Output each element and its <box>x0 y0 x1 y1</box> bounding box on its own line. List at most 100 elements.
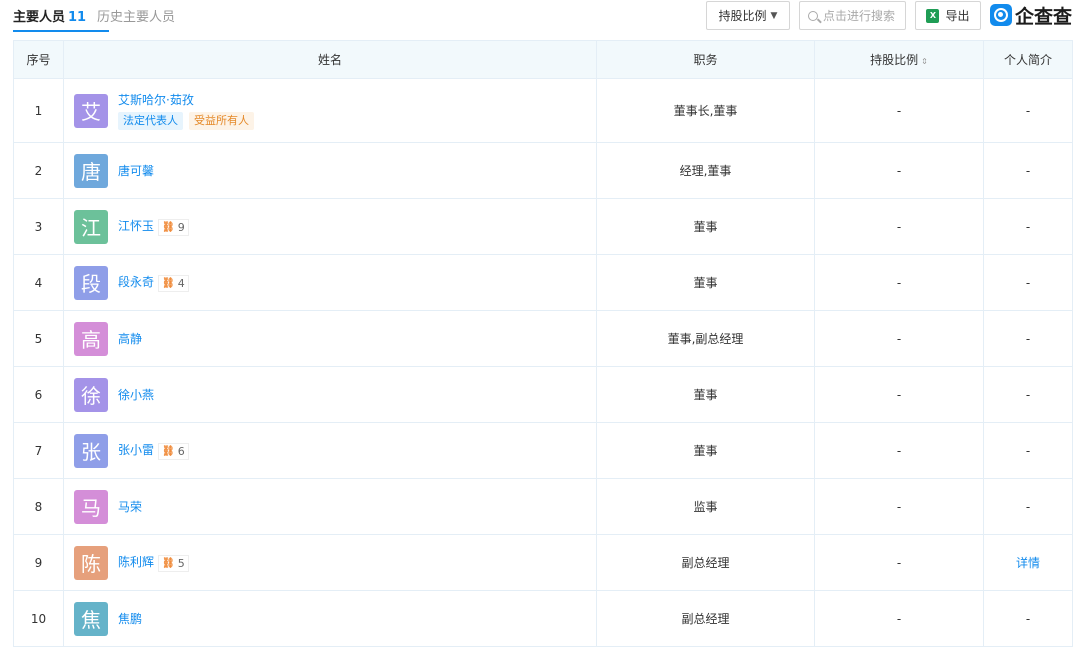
name-cell: 陈陈利辉 ⛓ 5 <box>63 534 597 591</box>
position-cell: 董事 <box>596 366 815 423</box>
person-name-link[interactable]: 陈利辉 <box>118 555 154 569</box>
holding-cell: - <box>814 78 984 143</box>
profile-cell: - <box>983 142 1073 199</box>
person-name-link[interactable]: 艾斯哈尔·茹孜 <box>118 93 194 107</box>
relation-count-badge[interactable]: ⛓ 6 <box>158 443 189 460</box>
active-tab-underline <box>13 30 109 32</box>
avatar: 高 <box>74 321 108 356</box>
profile-value: - <box>1025 219 1031 234</box>
profile-cell: 详情 <box>983 534 1073 591</box>
name-cell: 段段永奇 ⛓ 4 <box>63 254 597 311</box>
holding-cell: - <box>814 142 984 199</box>
row-index: 1 <box>13 78 64 143</box>
profile-value: - <box>1025 163 1031 178</box>
relation-count-badge[interactable]: ⛓ 9 <box>158 219 189 236</box>
relation-count: 6 <box>177 445 185 458</box>
table-body: 1 艾艾斯哈尔·茹孜 法定代表人 受益所有人 董事长,董事 - -2 唐唐可馨 经理,董事 - -3… <box>13 78 1073 647</box>
export-label: 导出 <box>945 9 970 23</box>
profile-detail-link[interactable]: 详情 <box>1016 556 1040 570</box>
name-cell: 马马荣 <box>63 478 597 535</box>
table-row: 9 陈陈利辉 ⛓ 5 副总经理 - 详情 <box>13 534 1073 591</box>
table-row: 4 段段永奇 ⛓ 4 董事 - - <box>13 254 1073 311</box>
profile-cell: - <box>983 310 1073 367</box>
export-button[interactable]: X 导出 <box>915 1 981 30</box>
profile-cell: - <box>983 422 1073 479</box>
table-row: 5 高高静 董事,副总经理 - - <box>13 310 1073 367</box>
header-holding-label: 持股比例 <box>870 53 919 67</box>
sort-icon[interactable]: ⇕ <box>921 57 928 66</box>
logo-mark-icon <box>990 4 1012 26</box>
search-placeholder: 点击进行搜索 <box>823 9 896 23</box>
person-name-link[interactable]: 高静 <box>118 332 142 346</box>
person-name-link[interactable]: 段永奇 <box>118 275 154 289</box>
profile-value: - <box>1025 611 1031 626</box>
row-index: 7 <box>13 422 64 479</box>
position-cell: 董事,副总经理 <box>596 310 815 367</box>
profile-cell: - <box>983 478 1073 535</box>
header-name: 姓名 <box>63 40 597 79</box>
table-row: 8 马马荣 监事 - - <box>13 478 1073 535</box>
position-cell: 副总经理 <box>596 534 815 591</box>
row-index: 8 <box>13 478 64 535</box>
header-holding[interactable]: 持股比例 ⇕ <box>814 40 984 79</box>
holding-cell: - <box>814 478 984 535</box>
avatar: 段 <box>74 265 108 300</box>
table-row: 1 艾艾斯哈尔·茹孜 法定代表人 受益所有人 董事长,董事 - - <box>13 78 1073 143</box>
person-name-link[interactable]: 徐小燕 <box>118 388 154 402</box>
profile-value: - <box>1025 103 1031 118</box>
tab-history-personnel[interactable]: 历史主要人员 <box>97 9 175 27</box>
logo-text: 企查查 <box>1015 5 1073 28</box>
position-cell: 董事 <box>596 198 815 255</box>
holding-cell: - <box>814 590 984 647</box>
relation-count-badge[interactable]: ⛓ 5 <box>158 555 189 572</box>
person-name-link[interactable]: 焦鹏 <box>118 612 142 626</box>
row-index: 2 <box>13 142 64 199</box>
qichacha-logo: 企查查 <box>990 3 1073 28</box>
profile-value: - <box>1025 499 1031 514</box>
search-icon <box>808 10 818 21</box>
holding-filter-dropdown[interactable]: 持股比例 ▼ <box>706 1 790 30</box>
profile-value: - <box>1025 443 1031 458</box>
position-cell: 副总经理 <box>596 590 815 647</box>
holding-cell: - <box>814 198 984 255</box>
relation-count: 5 <box>177 557 185 570</box>
position-cell: 董事长,董事 <box>596 78 815 143</box>
profile-value: - <box>1025 387 1031 402</box>
profile-value: - <box>1025 331 1031 346</box>
header-index: 序号 <box>13 40 64 79</box>
personnel-table: 序号 姓名 职务 持股比例 ⇕ 个人简介 1 艾艾斯哈尔·茹孜 法定代表人 受益所有人董… <box>13 40 1073 647</box>
person-name-link[interactable]: 马荣 <box>118 500 142 514</box>
person-name-link[interactable]: 张小雷 <box>118 443 154 457</box>
relation-count: 9 <box>177 221 185 234</box>
row-index: 9 <box>13 534 64 591</box>
holding-cell: - <box>814 254 984 311</box>
position-cell: 董事 <box>596 422 815 479</box>
name-cell: 焦焦鹏 <box>63 590 597 647</box>
tab-main-personnel[interactable]: 主要人员 11 <box>13 9 86 27</box>
row-index: 6 <box>13 366 64 423</box>
relation-graph-icon: ⛓ <box>162 278 175 289</box>
row-index: 5 <box>13 310 64 367</box>
person-name-link[interactable]: 江怀玉 <box>118 219 154 233</box>
name-cell: 张张小雷 ⛓ 6 <box>63 422 597 479</box>
avatar: 马 <box>74 489 108 524</box>
person-name-link[interactable]: 唐可馨 <box>118 164 154 178</box>
top-bar: 主要人员 11 历史主要人员 持股比例 ▼ 点击进行搜索 X 导出 企查查 <box>0 0 1080 36</box>
profile-cell: - <box>983 366 1073 423</box>
holding-cell: - <box>814 534 984 591</box>
avatar: 江 <box>74 209 108 244</box>
table-header-row: 序号 姓名 职务 持股比例 ⇕ 个人简介 <box>13 40 1073 79</box>
table-row: 2 唐唐可馨 经理,董事 - - <box>13 142 1073 199</box>
relation-graph-icon: ⛓ <box>162 446 175 457</box>
relation-graph-icon: ⛓ <box>162 222 175 233</box>
profile-cell: - <box>983 590 1073 647</box>
search-input[interactable]: 点击进行搜索 <box>799 1 906 30</box>
excel-icon: X <box>926 8 940 23</box>
chevron-down-icon: ▼ <box>770 10 778 21</box>
relation-count-badge[interactable]: ⛓ 4 <box>158 275 189 292</box>
table-row: 3 江江怀玉 ⛓ 9 董事 - - <box>13 198 1073 255</box>
beneficiary-tag: 受益所有人 <box>189 112 254 130</box>
table-row: 10 焦焦鹏 副总经理 - - <box>13 590 1073 647</box>
header-position: 职务 <box>596 40 815 79</box>
legal-rep-tag: 法定代表人 <box>118 112 183 130</box>
